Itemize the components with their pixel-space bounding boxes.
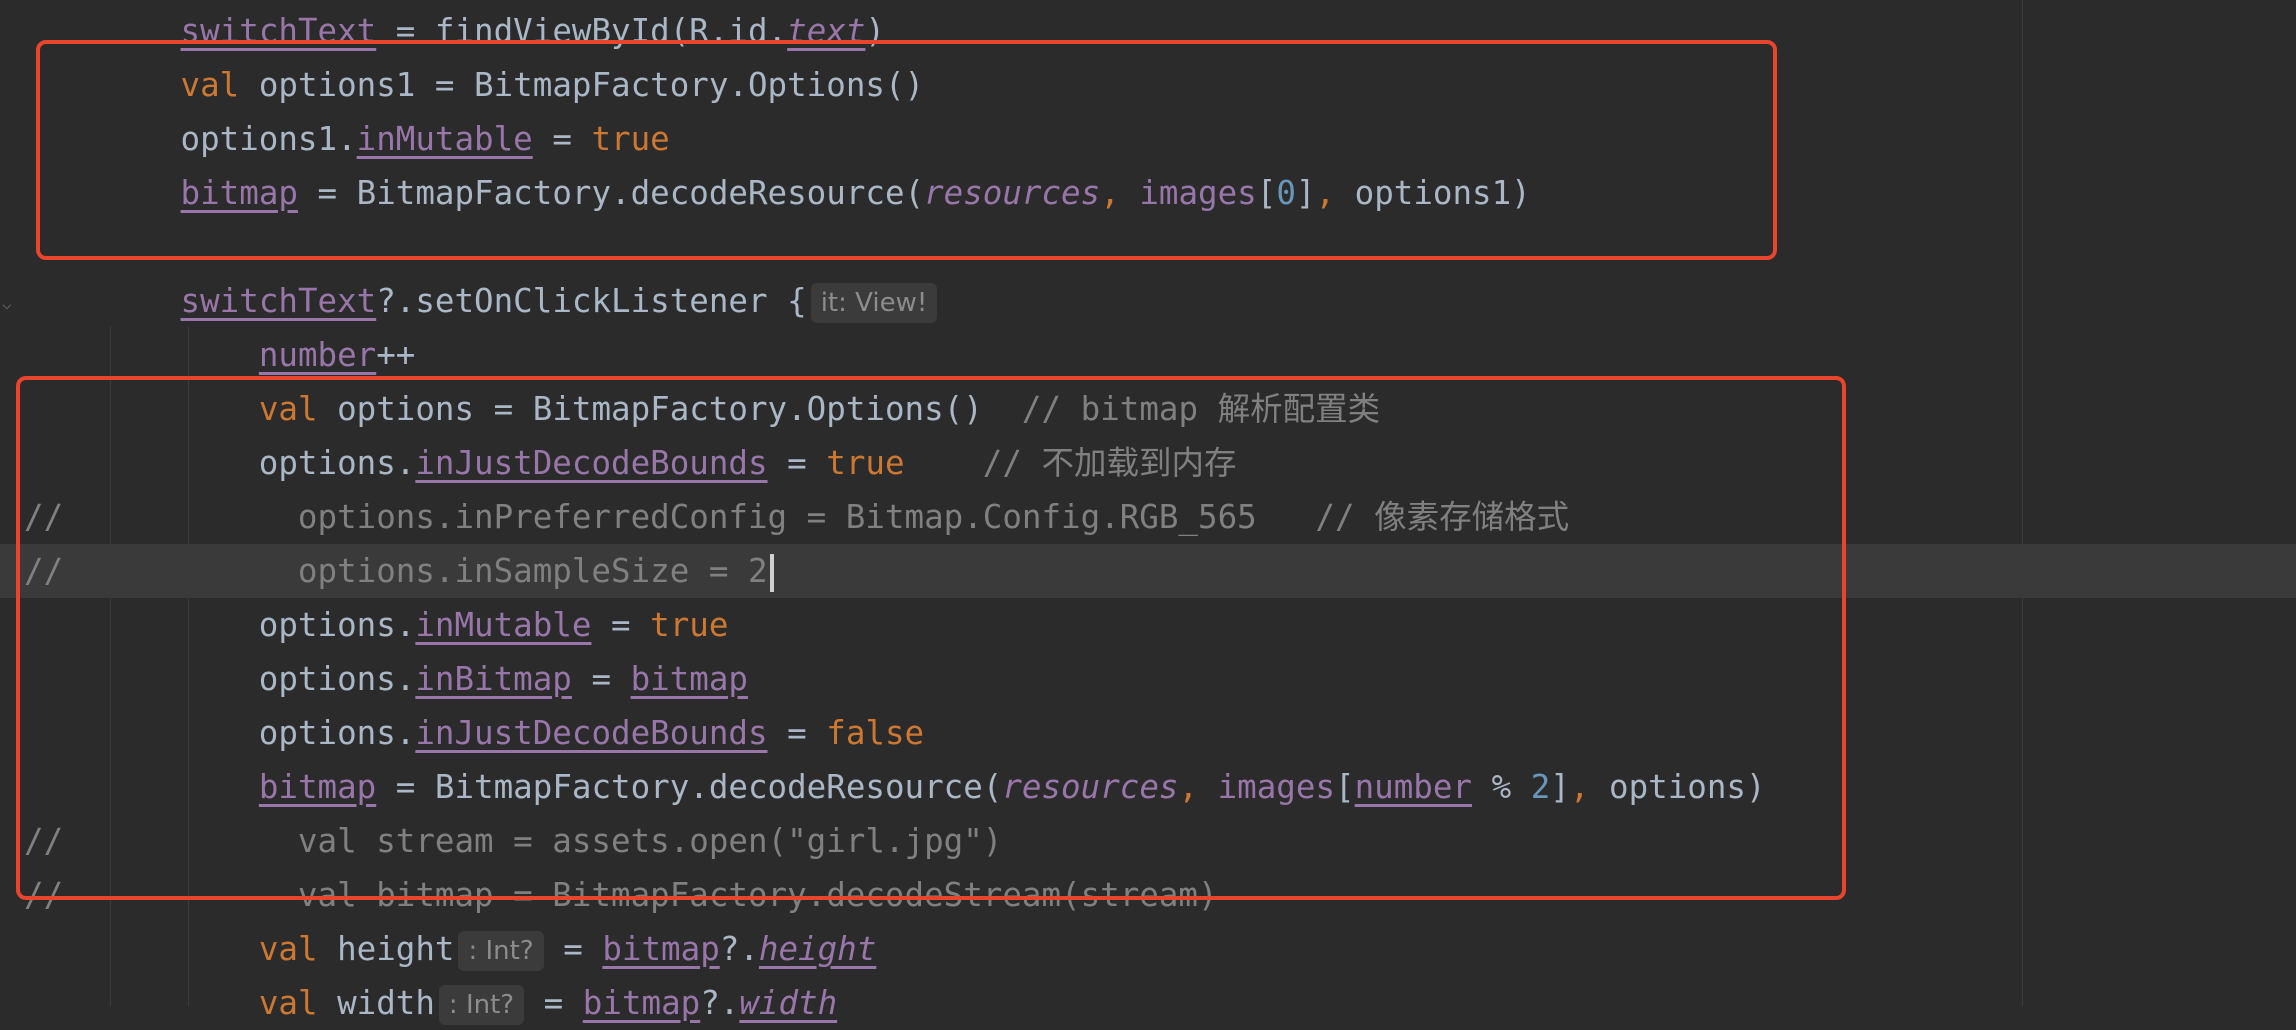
highlight-box-bottom bbox=[16, 376, 1846, 900]
code-token: ?. bbox=[719, 930, 759, 968]
code-text: number++ bbox=[24, 328, 416, 382]
code-token: ?.setOnClickListener { bbox=[376, 282, 807, 320]
code-token: width bbox=[317, 984, 435, 1022]
code-text: val height: Int? = bitmap?.height bbox=[24, 922, 876, 976]
code-line[interactable]: val width: Int? = bitmap?.width bbox=[0, 976, 2296, 1030]
highlight-box-top bbox=[36, 40, 1777, 260]
code-text: val width: Int? = bitmap?.width bbox=[24, 976, 837, 1030]
inlay-type-hint: : Int? bbox=[438, 985, 525, 1025]
code-token: bitmap bbox=[602, 930, 720, 968]
code-editor[interactable]: ⌵ switchText = findViewById(R.id.text) v… bbox=[0, 0, 2296, 1025]
code-token: bitmap bbox=[582, 984, 701, 1022]
code-token: ++ bbox=[376, 336, 416, 374]
code-text: switchText?.setOnClickListener {it: View… bbox=[24, 274, 938, 328]
code-token: width bbox=[739, 984, 838, 1022]
code-token: = bbox=[524, 984, 583, 1022]
code-token: ?. bbox=[700, 984, 740, 1022]
code-line[interactable]: number++ bbox=[0, 328, 2296, 382]
code-token: height bbox=[758, 930, 877, 968]
code-token: switchText bbox=[180, 282, 377, 320]
code-line[interactable]: val height: Int? = bitmap?.height bbox=[0, 922, 2296, 976]
inlay-type-hint: it: View! bbox=[810, 283, 938, 323]
code-token: = bbox=[543, 930, 603, 968]
code-token: val bbox=[258, 984, 318, 1022]
code-token: val bbox=[258, 930, 318, 968]
code-token: height bbox=[317, 930, 455, 968]
code-token: number bbox=[258, 336, 377, 374]
code-line[interactable]: switchText?.setOnClickListener {it: View… bbox=[0, 274, 2296, 328]
inlay-type-hint: : Int? bbox=[458, 931, 544, 971]
